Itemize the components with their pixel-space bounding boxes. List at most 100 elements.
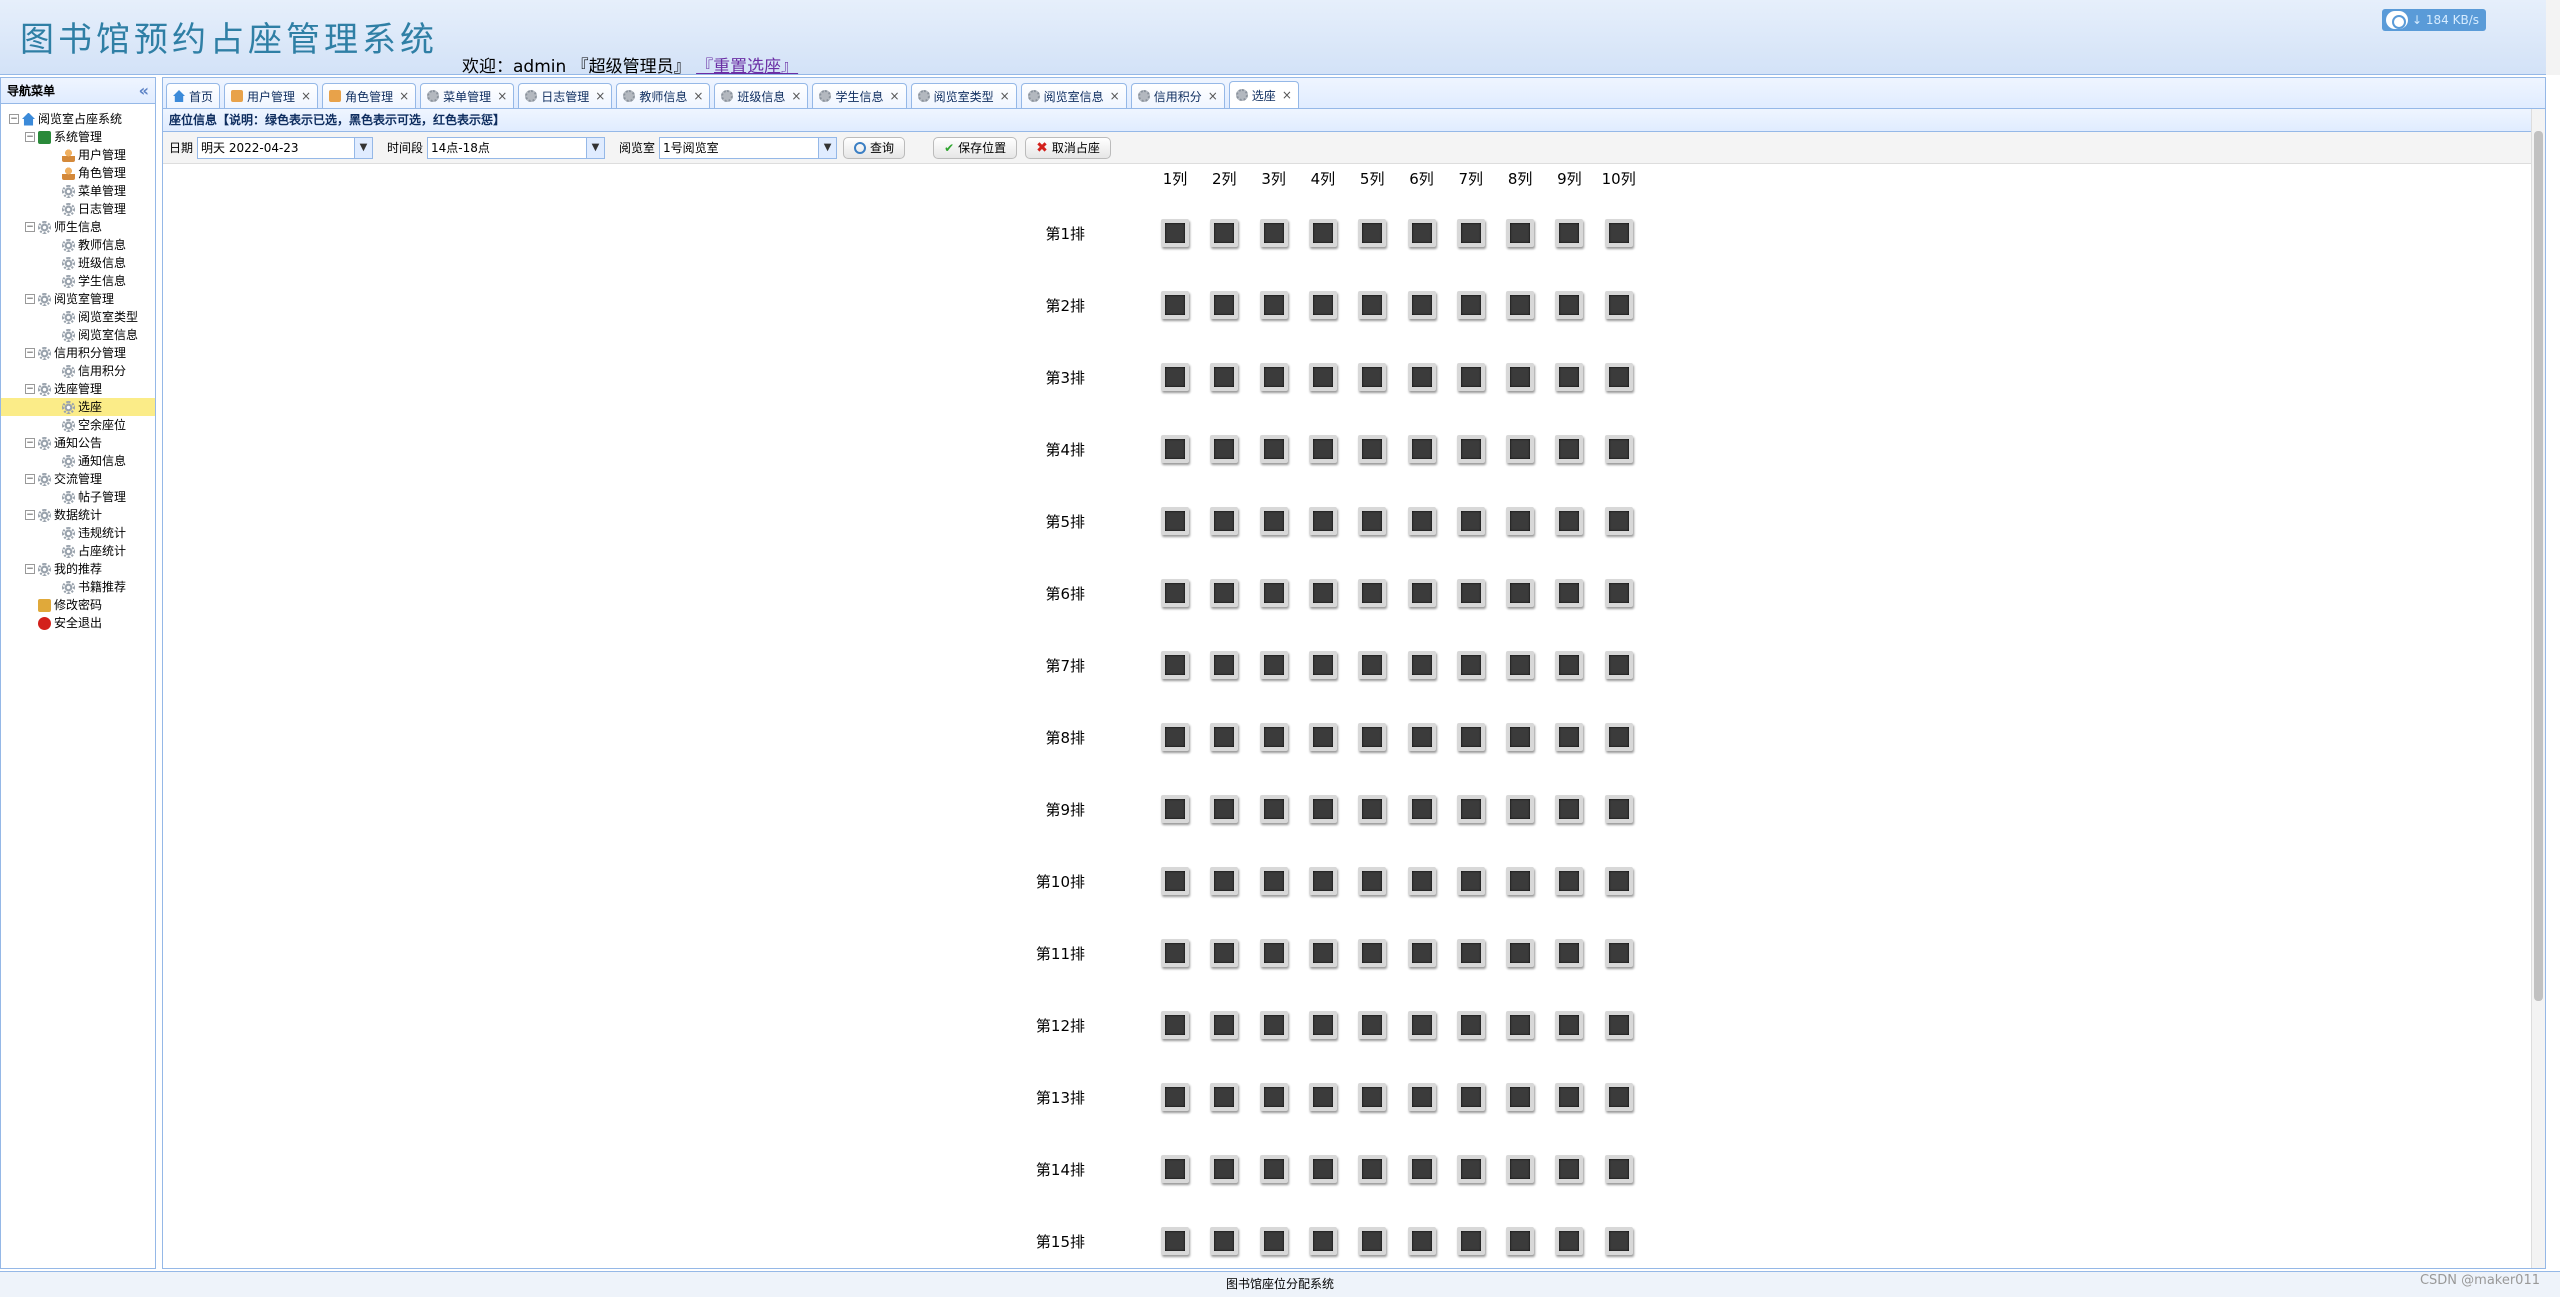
close-icon[interactable]: × (497, 89, 507, 103)
seat-checkbox[interactable] (1358, 1155, 1387, 1183)
seat-checkbox[interactable] (1555, 1011, 1584, 1039)
seat-checkbox[interactable] (1308, 579, 1337, 607)
seat-checkbox[interactable] (1308, 723, 1337, 751)
seat-checkbox[interactable] (1210, 579, 1239, 607)
tree-item[interactable]: 阅览室类型 (1, 308, 155, 326)
collapse-toggle-icon[interactable]: − (25, 222, 35, 232)
seat-checkbox[interactable] (1161, 219, 1189, 247)
seat-checkbox[interactable] (1506, 939, 1535, 967)
seat-checkbox[interactable] (1407, 651, 1436, 679)
seat-checkbox[interactable] (1407, 219, 1436, 247)
seat-checkbox[interactable] (1407, 435, 1436, 463)
seat-checkbox[interactable] (1210, 219, 1239, 247)
seat-checkbox[interactable] (1456, 507, 1485, 535)
collapse-toggle-icon[interactable]: − (25, 348, 35, 358)
seat-checkbox[interactable] (1506, 507, 1535, 535)
seat-checkbox[interactable] (1358, 651, 1387, 679)
seat-checkbox[interactable] (1456, 363, 1485, 391)
seat-checkbox[interactable] (1555, 1155, 1584, 1183)
collapse-toggle-icon[interactable]: − (25, 132, 35, 142)
seat-checkbox[interactable] (1358, 1011, 1387, 1039)
seat-checkbox[interactable] (1506, 1227, 1535, 1255)
seat-checkbox[interactable] (1358, 219, 1387, 247)
seat-checkbox[interactable] (1604, 1227, 1633, 1255)
tree-item[interactable]: 阅览室信息 (1, 326, 155, 344)
search-button[interactable]: 查询 (843, 136, 906, 159)
tree-item[interactable]: 帖子管理 (1, 488, 155, 506)
seat-checkbox[interactable] (1259, 219, 1288, 247)
close-icon[interactable]: × (791, 89, 801, 103)
tab[interactable]: 用户管理 × (224, 83, 319, 108)
seat-checkbox[interactable] (1407, 723, 1436, 751)
tab[interactable]: 日志管理 × (518, 83, 613, 108)
seat-checkbox[interactable] (1259, 579, 1288, 607)
seat-checkbox[interactable] (1161, 723, 1189, 751)
seat-checkbox[interactable] (1210, 939, 1239, 967)
seat-checkbox[interactable] (1161, 1155, 1189, 1183)
seat-checkbox[interactable] (1308, 1155, 1337, 1183)
seat-checkbox[interactable] (1161, 1083, 1189, 1111)
tree-item[interactable]: 用户管理 (1, 146, 155, 164)
seat-checkbox[interactable] (1555, 1083, 1584, 1111)
tree-item[interactable]: 修改密码 (1, 596, 155, 614)
seat-checkbox[interactable] (1456, 1083, 1485, 1111)
seat-checkbox[interactable] (1259, 1227, 1288, 1255)
seat-checkbox[interactable] (1308, 1011, 1337, 1039)
tree-item[interactable]: − 信用积分管理 (1, 344, 155, 362)
seat-checkbox[interactable] (1161, 867, 1189, 895)
seat-checkbox[interactable] (1555, 1227, 1584, 1255)
seat-checkbox[interactable] (1161, 651, 1189, 679)
seat-checkbox[interactable] (1210, 1083, 1239, 1111)
seat-checkbox[interactable] (1555, 723, 1584, 751)
seat-checkbox[interactable] (1604, 651, 1633, 679)
seat-checkbox[interactable] (1358, 795, 1387, 823)
tree-item[interactable]: 菜单管理 (1, 182, 155, 200)
seat-checkbox[interactable] (1308, 795, 1337, 823)
tab[interactable]: 信用积分 × (1130, 83, 1225, 108)
close-icon[interactable]: × (890, 89, 900, 103)
seat-checkbox[interactable] (1555, 507, 1584, 535)
seat-checkbox[interactable] (1555, 651, 1584, 679)
seat-checkbox[interactable] (1358, 723, 1387, 751)
collapse-toggle-icon[interactable]: − (9, 114, 19, 124)
seat-checkbox[interactable] (1604, 1083, 1633, 1111)
seat-checkbox[interactable] (1555, 435, 1584, 463)
seat-checkbox[interactable] (1604, 435, 1633, 463)
reset-seat-link[interactable]: 『重置选座』 (696, 57, 798, 77)
seat-checkbox[interactable] (1161, 435, 1189, 463)
seat-checkbox[interactable] (1506, 1155, 1535, 1183)
seat-checkbox[interactable] (1555, 795, 1584, 823)
seat-checkbox[interactable] (1456, 939, 1485, 967)
seat-checkbox[interactable] (1358, 1083, 1387, 1111)
seat-checkbox[interactable] (1456, 1011, 1485, 1039)
seat-checkbox[interactable] (1604, 579, 1633, 607)
seat-checkbox[interactable] (1506, 435, 1535, 463)
header-scrollbar[interactable] (2546, 0, 2560, 75)
close-icon[interactable]: × (1110, 89, 1120, 103)
seat-checkbox[interactable] (1506, 363, 1535, 391)
seat-checkbox[interactable] (1407, 507, 1436, 535)
seat-checkbox[interactable] (1308, 507, 1337, 535)
seat-checkbox[interactable] (1210, 1155, 1239, 1183)
seat-checkbox[interactable] (1604, 723, 1633, 751)
seat-checkbox[interactable] (1259, 867, 1288, 895)
tree-item[interactable]: 学生信息 (1, 272, 155, 290)
tree-item[interactable]: 信用积分 (1, 362, 155, 380)
seat-checkbox[interactable] (1308, 651, 1337, 679)
seat-checkbox[interactable] (1210, 1011, 1239, 1039)
seat-checkbox[interactable] (1308, 1227, 1337, 1255)
seat-checkbox[interactable] (1358, 363, 1387, 391)
tree-item[interactable]: − 师生信息 (1, 218, 155, 236)
seat-checkbox[interactable] (1161, 579, 1189, 607)
seat-checkbox[interactable] (1604, 219, 1633, 247)
tree-item[interactable]: 空余座位 (1, 416, 155, 434)
seat-checkbox[interactable] (1358, 291, 1387, 319)
seat-checkbox[interactable] (1456, 579, 1485, 607)
seat-checkbox[interactable] (1308, 435, 1337, 463)
tab[interactable]: 首页 (166, 83, 221, 108)
seat-checkbox[interactable] (1407, 363, 1436, 391)
tree-item[interactable]: − 系统管理 (1, 128, 155, 146)
seat-checkbox[interactable] (1259, 651, 1288, 679)
seat-checkbox[interactable] (1407, 1227, 1436, 1255)
seat-checkbox[interactable] (1358, 867, 1387, 895)
